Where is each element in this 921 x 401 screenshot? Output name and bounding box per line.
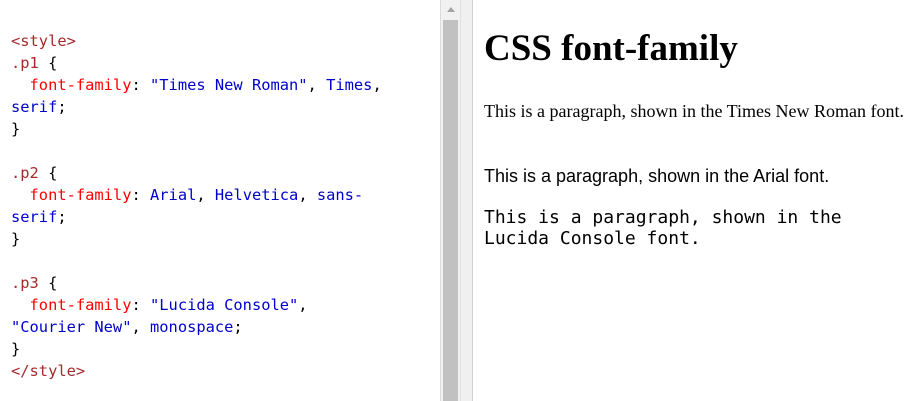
code-line: } [11,118,382,140]
code-line: "Courier New", monospace; [11,316,382,338]
code-token-sel: .p3 [11,274,39,292]
css-code-block[interactable]: <style> .p1 { font-family: "Times New Rom… [11,30,382,382]
code-line: </style> [11,360,382,382]
code-token-punct: } [11,120,21,138]
code-line: .p3 { [11,272,382,294]
code-line: font-family: "Times New Roman", Times, [11,74,382,96]
result-preview: CSS font-family This is a paragraph, sho… [473,0,921,401]
code-token-punct: ; [57,208,67,226]
code-token-punct: : [131,76,151,94]
code-line: serif; [11,206,382,228]
code-token-val: Times [326,76,373,94]
triangle-up-icon [446,6,455,12]
code-token-prop: font-family [11,186,132,204]
code-token-tag: </style> [11,362,86,380]
code-token-punct: , [131,318,151,336]
paragraph-times: This is a paragraph, shown in the Times … [484,101,904,121]
code-token-punct: { [38,274,58,292]
code-token-val: serif [11,98,58,116]
pane-divider[interactable] [460,0,473,401]
code-token-punct: , [372,76,382,94]
code-token-punct: ; [233,318,243,336]
code-token-val: sans- [316,186,364,204]
paragraph-arial: This is a paragraph, shown in the Arial … [484,166,830,186]
code-token-prop: font-family [11,76,132,94]
code-token-val: "Lucida Console" [150,296,299,314]
code-line: } [11,228,382,250]
code-token-punct: : [131,186,151,204]
code-editor[interactable]: <style> .p1 { font-family: "Times New Rom… [0,0,440,401]
editor-scrollbar[interactable] [440,0,460,401]
code-token-tag: <style> [11,32,76,50]
code-token-punct: , [298,186,317,204]
code-token-punct: { [38,54,58,72]
code-line: .p2 { [11,162,382,184]
code-token-val: "Times New Roman" [150,76,308,94]
code-token-val: Helvetica [214,186,299,204]
code-token-sel: .p2 [11,164,39,182]
page-heading: CSS font-family [484,28,738,69]
code-token-punct: , [307,76,327,94]
code-line: <style> [11,30,382,52]
code-token-punct: ; [57,98,67,116]
code-line: .p1 { [11,52,382,74]
code-token-val: Arial [150,186,197,204]
code-line: font-family: "Lucida Console", [11,294,382,316]
code-token-sel: .p1 [11,54,39,72]
code-line: font-family: Arial, Helvetica, sans- [11,184,382,206]
code-token-prop: font-family [11,296,132,314]
code-token-punct: , [298,296,308,314]
code-token-punct: : [131,296,151,314]
code-token-punct: { [38,164,58,182]
paragraph-lucida: This is a paragraph, shown in the Lucida… [484,207,842,249]
code-token-val: serif [11,208,58,226]
code-token-val: "Courier New" [11,318,132,336]
code-token-punct: , [196,186,215,204]
scroll-up-button[interactable] [441,0,460,18]
scrollbar-thumb[interactable] [443,20,458,401]
code-token-punct: } [11,230,21,248]
code-token-val: monospace [150,318,234,336]
code-line: } [11,338,382,360]
code-token-punct: } [11,340,21,358]
code-line: serif; [11,96,382,118]
